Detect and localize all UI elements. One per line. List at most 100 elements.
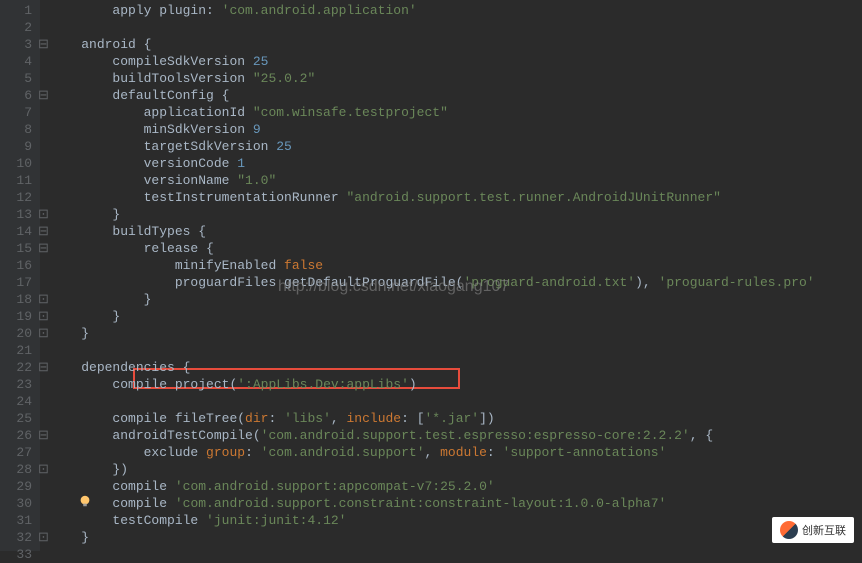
code-line[interactable]: apply plugin: 'com.android.application' <box>50 2 862 19</box>
code-line[interactable]: compile 'com.android.support:appcompat-v… <box>50 478 862 495</box>
line-number: 23 <box>12 376 32 393</box>
code-token: targetSdkVersion <box>144 139 277 154</box>
line-number: 9 <box>12 138 32 155</box>
code-line[interactable]: ⊟ dependencies { <box>50 359 862 376</box>
line-number: 19 <box>12 308 32 325</box>
code-token: "android.support.test.runner.AndroidJUni… <box>346 190 720 205</box>
code-line[interactable]: compile fileTree(dir: 'libs', include: [… <box>50 410 862 427</box>
line-number: 27 <box>12 444 32 461</box>
code-line[interactable]: ⊟ buildTypes { <box>50 223 862 240</box>
code-line[interactable]: exclude group: 'com.android.support', mo… <box>50 444 862 461</box>
code-token: 'proguard-android.txt' <box>463 275 635 290</box>
fold-close-icon[interactable]: ⊡ <box>38 461 49 478</box>
line-number: 7 <box>12 104 32 121</box>
code-token: : <box>268 411 284 426</box>
code-token: 'com.android.support.constraint:constrai… <box>175 496 666 511</box>
code-token: module <box>440 445 487 460</box>
fold-close-icon[interactable]: ⊡ <box>38 325 49 342</box>
code-line[interactable]: applicationId "com.winsafe.testproject" <box>50 104 862 121</box>
code-token: dir <box>245 411 268 426</box>
line-number: 25 <box>12 410 32 427</box>
code-token: 'com.android.support.test.espresso:espre… <box>261 428 690 443</box>
code-line[interactable]: minSdkVersion 9 <box>50 121 862 138</box>
fold-open-icon[interactable]: ⊟ <box>38 87 49 104</box>
code-token: ) <box>409 377 417 392</box>
line-number: 32 <box>12 529 32 546</box>
line-number: 24 <box>12 393 32 410</box>
code-token: "com.winsafe.testproject" <box>253 105 448 120</box>
code-token: minifyEnabled <box>175 258 284 273</box>
code-token: '*.jar' <box>425 411 480 426</box>
code-editor[interactable]: 1234567891011121314151617181920212223242… <box>0 0 862 551</box>
line-number: 31 <box>12 512 32 529</box>
line-number: 6 <box>12 87 32 104</box>
code-line[interactable]: compileSdkVersion 25 <box>50 53 862 70</box>
line-number: 29 <box>12 478 32 495</box>
fold-open-icon[interactable]: ⊟ <box>38 36 49 53</box>
code-line[interactable]: compile 'com.android.support.constraint:… <box>50 495 862 512</box>
fold-close-icon[interactable]: ⊡ <box>38 529 49 546</box>
code-line[interactable]: ⊟ androidTestCompile('com.android.suppor… <box>50 427 862 444</box>
code-token: release { <box>144 241 214 256</box>
code-line[interactable]: ⊡ } <box>50 308 862 325</box>
code-line[interactable]: ⊡ } <box>50 206 862 223</box>
code-token: testCompile <box>112 513 206 528</box>
code-line[interactable]: ⊡ } <box>50 325 862 342</box>
code-line[interactable]: testCompile 'junit:junit:4.12' <box>50 512 862 529</box>
lightbulb-icon[interactable] <box>78 494 92 508</box>
code-area[interactable]: apply plugin: 'com.android.application'⊟… <box>40 0 862 551</box>
code-token: android { <box>81 37 151 52</box>
logo-text: 创新互联 <box>802 522 846 538</box>
code-token: compileSdkVersion <box>112 54 252 69</box>
code-token: buildTypes { <box>112 224 206 239</box>
code-token: ]) <box>479 411 495 426</box>
fold-open-icon[interactable]: ⊟ <box>38 223 49 240</box>
line-number: 30 <box>12 495 32 512</box>
code-token: dependencies { <box>81 360 190 375</box>
code-token: , { <box>690 428 713 443</box>
line-number: 16 <box>12 257 32 274</box>
line-number: 3 <box>12 36 32 53</box>
fold-open-icon[interactable]: ⊟ <box>38 240 49 257</box>
code-token: compile fileTree( <box>112 411 245 426</box>
code-token: "25.0.2" <box>253 71 315 86</box>
line-number: 8 <box>12 121 32 138</box>
code-token: 'com.android.support:appcompat-v7:25.2.0… <box>175 479 495 494</box>
code-line[interactable]: versionCode 1 <box>50 155 862 172</box>
fold-close-icon[interactable]: ⊡ <box>38 308 49 325</box>
code-token: testInstrumentationRunner <box>144 190 347 205</box>
fold-open-icon[interactable]: ⊟ <box>38 359 49 376</box>
line-number: 33 <box>12 546 32 563</box>
code-line[interactable]: targetSdkVersion 25 <box>50 138 862 155</box>
fold-close-icon[interactable]: ⊡ <box>38 206 49 223</box>
code-line[interactable]: proguardFiles getDefaultProguardFile('pr… <box>50 274 862 291</box>
code-line[interactable] <box>50 546 862 563</box>
code-line[interactable]: ⊟ release { <box>50 240 862 257</box>
code-line[interactable]: compile project(':AppLibs.Dev:appLibs') <box>50 376 862 393</box>
fold-open-icon[interactable]: ⊟ <box>38 427 49 444</box>
code-token: 'com.android.support' <box>261 445 425 460</box>
code-line[interactable]: testInstrumentationRunner "android.suppo… <box>50 189 862 206</box>
code-line[interactable] <box>50 19 862 36</box>
code-token: : <box>487 445 503 460</box>
line-number: 20 <box>12 325 32 342</box>
code-token: 9 <box>253 122 261 137</box>
code-token: } <box>81 530 89 545</box>
code-line[interactable]: ⊡ } <box>50 529 862 546</box>
code-line[interactable] <box>50 342 862 359</box>
fold-close-icon[interactable]: ⊡ <box>38 291 49 308</box>
code-line[interactable]: buildToolsVersion "25.0.2" <box>50 70 862 87</box>
line-number: 5 <box>12 70 32 87</box>
code-line[interactable]: minifyEnabled false <box>50 257 862 274</box>
code-line[interactable]: versionName "1.0" <box>50 172 862 189</box>
code-token: ':AppLibs.Dev:appLibs' <box>237 377 409 392</box>
code-token: 'com.android.application' <box>222 3 417 18</box>
code-line[interactable] <box>50 393 862 410</box>
code-line[interactable]: ⊟ android { <box>50 36 862 53</box>
code-token: androidTestCompile( <box>112 428 260 443</box>
line-number: 12 <box>12 189 32 206</box>
code-line[interactable]: ⊟ defaultConfig { <box>50 87 862 104</box>
line-number: 26 <box>12 427 32 444</box>
code-line[interactable]: ⊡ } <box>50 291 862 308</box>
code-line[interactable]: ⊡ }) <box>50 461 862 478</box>
